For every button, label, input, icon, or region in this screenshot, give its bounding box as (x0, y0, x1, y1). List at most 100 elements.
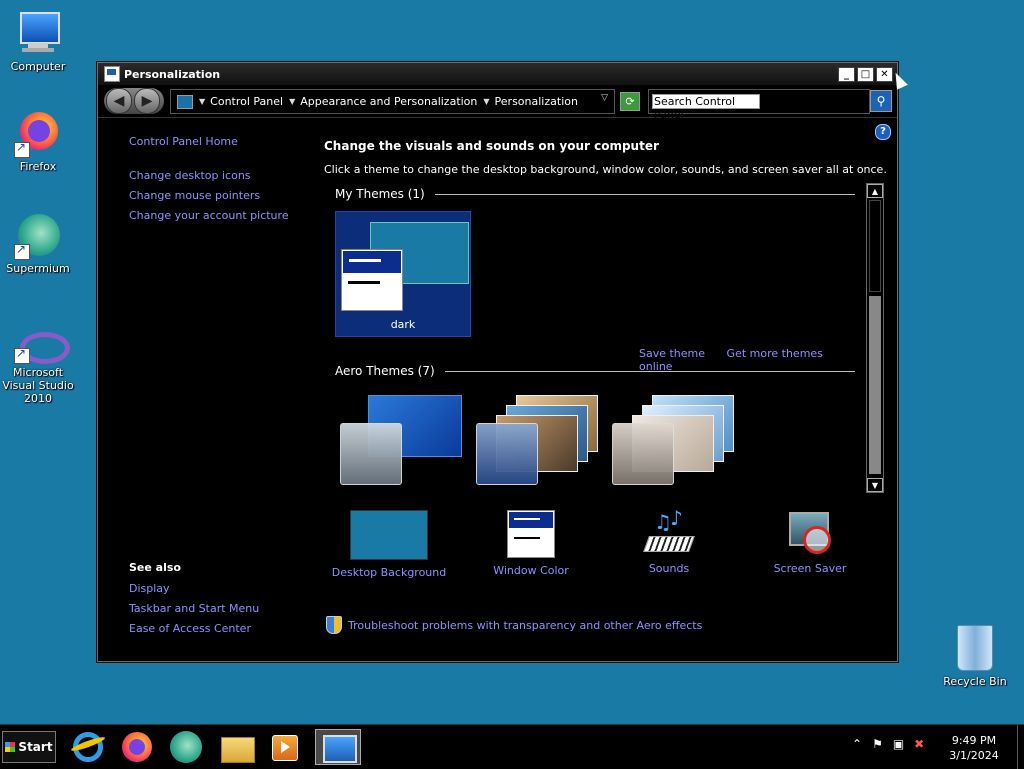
screen-saver-button[interactable]: Screen Saver (745, 510, 875, 575)
troubleshoot-link[interactable]: Troubleshoot problems with transparency … (326, 616, 702, 634)
aero-theme-windows7[interactable] (340, 393, 470, 493)
desktop-icon-label: Firefox (19, 160, 57, 173)
scroll-down-button[interactable]: ▼ (867, 478, 883, 492)
sidebar-link-account-picture[interactable]: Change your account picture (129, 209, 309, 222)
aero-themes-header: Aero Themes (7) (335, 364, 435, 378)
theme-list: My Themes (1) dark Save theme Get more t… (330, 181, 857, 491)
taskbar: Start ⌃ ⚑ ▣ ✖ 9:49 PM 3/1/2024 (0, 724, 1024, 769)
sidebar-link-mouse-pointers[interactable]: Change mouse pointers (129, 189, 309, 202)
taskbar-supermium[interactable] (168, 729, 204, 765)
clock-time: 9:49 PM (951, 734, 997, 747)
address-bar: ◀ ▶ ▼ Control Panel ▼ Appearance and Perso… (98, 85, 897, 121)
taskbar-personalization[interactable] (315, 729, 361, 765)
forward-button[interactable]: ▶ (134, 88, 160, 114)
page-description: Click a theme to change the desktop back… (324, 163, 887, 176)
sounds-button[interactable]: ♫ ♪ Sounds (604, 506, 734, 575)
theme-name: dark (390, 318, 416, 331)
theme-window-preview (340, 423, 402, 485)
sounds-icon: ♫ ♪ (643, 506, 695, 556)
personalization-options: Desktop Background Window Color ♫ ♪ Soun… (324, 506, 884, 580)
taskbar-file-explorer[interactable] (219, 729, 255, 765)
chevron-down-icon[interactable]: ▽ (601, 93, 608, 103)
breadcrumb-item[interactable]: ▼ Control Panel (199, 95, 283, 108)
clock-date: 3/1/2024 (949, 749, 999, 762)
search-input[interactable]: Search Control Panel (652, 94, 760, 121)
volume-muted-icon[interactable]: ✖ (914, 737, 924, 751)
see-also-taskbar[interactable]: Taskbar and Start Menu (129, 602, 259, 615)
desktop-icon-visual-studio[interactable]: Microsoft Visual Studio 2010 (0, 328, 78, 405)
theme-window-preview (612, 423, 674, 485)
window-title: Personalization (124, 67, 221, 81)
desktop-icon-label: Microsoft Visual Studio 2010 (2, 366, 74, 405)
screen-saver-label: Screen Saver (773, 562, 847, 575)
control-panel-icon (177, 94, 193, 109)
desktop-background-label: Desktop Background (331, 566, 447, 579)
maximize-button[interactable]: □ (857, 67, 874, 82)
theme-dark[interactable]: dark (335, 211, 471, 337)
folder-icon (221, 737, 255, 763)
help-icon[interactable]: ? (875, 124, 891, 140)
my-themes-group: My Themes (1) (335, 187, 855, 201)
see-also-display[interactable]: Display (129, 582, 259, 595)
theme-window-preview (341, 249, 403, 311)
save-theme-link[interactable]: Save theme (639, 347, 705, 360)
window-color-button[interactable]: Window Color (466, 510, 596, 577)
shield-icon (326, 616, 342, 634)
minimize-button[interactable]: _ (838, 67, 855, 82)
system-tray: ⌃ ⚑ ▣ ✖ (852, 737, 924, 751)
aero-theme-characters[interactable] (612, 393, 742, 493)
nav-buttons: ◀ ▶ (104, 88, 164, 114)
window-color-icon (507, 510, 555, 558)
see-also: See also Display Taskbar and Start Menu … (129, 561, 259, 642)
breadcrumb-item[interactable]: ▼ Appearance and Personalization (289, 95, 477, 108)
refresh-button[interactable]: ⟳ (620, 92, 640, 111)
aero-theme-architecture[interactable] (476, 393, 606, 493)
taskbar-firefox[interactable] (119, 729, 155, 765)
breadcrumb-item[interactable]: ▼ Personalization (483, 95, 578, 108)
desktop-background-button[interactable]: Desktop Background (324, 510, 454, 579)
windows-logo-icon (5, 742, 16, 752)
supermium-icon (170, 731, 202, 763)
search-icon[interactable]: ⚲ (870, 90, 892, 112)
action-center-flag-icon[interactable]: ⚑ (872, 737, 883, 751)
theme-window-preview (476, 423, 538, 485)
page-title: Change the visuals and sounds on your co… (324, 139, 659, 153)
desktop-icon-label: Computer (10, 60, 66, 73)
theme-scrollbar[interactable]: ▲ ▼ (866, 183, 884, 493)
clock[interactable]: 9:49 PM 3/1/2024 (944, 733, 1004, 763)
taskbar-media-player[interactable] (267, 729, 303, 765)
search-field[interactable]: Search Control Panel (648, 89, 870, 121)
start-button[interactable]: Start (2, 731, 56, 763)
scroll-thumb[interactable] (869, 296, 881, 474)
firefox-icon (14, 110, 62, 158)
sidebar: Control Panel Home Change desktop icons … (129, 135, 309, 229)
title-bar[interactable]: Personalization _ □ ✕ (98, 63, 897, 85)
aero-themes-group: Aero Themes (7) (335, 364, 855, 378)
control-panel-icon (323, 735, 357, 763)
desktop-icon-label: Recycle Bin (943, 675, 1007, 688)
desktop-icon-recycle-bin[interactable]: Recycle Bin (935, 625, 1015, 688)
breadcrumb[interactable]: ▼ Control Panel ▼ Appearance and Personali… (170, 89, 615, 114)
desktop-background-icon (350, 510, 428, 560)
sounds-label: Sounds (648, 562, 690, 575)
sidebar-link-desktop-icons[interactable]: Change desktop icons (129, 169, 309, 182)
desktop-icon-computer[interactable]: Computer (0, 10, 78, 73)
visual-studio-icon (14, 328, 70, 364)
personalization-icon (104, 66, 120, 82)
show-hidden-icons-icon[interactable]: ⌃ (852, 737, 862, 751)
scroll-up-button[interactable]: ▲ (867, 184, 883, 198)
taskbar-internet-explorer[interactable] (70, 729, 106, 765)
back-button[interactable]: ◀ (106, 88, 132, 114)
network-icon[interactable]: ▣ (893, 737, 904, 751)
sidebar-link-control-panel-home[interactable]: Control Panel Home (129, 135, 309, 148)
my-themes-header: My Themes (1) (335, 187, 425, 201)
troubleshoot-label: Troubleshoot problems with transparency … (348, 618, 703, 632)
desktop-icon-supermium[interactable]: Supermium (0, 212, 78, 275)
see-also-ease-of-access[interactable]: Ease of Access Center (129, 622, 259, 635)
start-label: Start (18, 740, 53, 754)
supermium-icon (14, 212, 62, 260)
window-color-label: Window Color (493, 564, 569, 577)
screen-saver-icon (787, 510, 833, 556)
show-desktop-button[interactable] (1017, 725, 1024, 769)
desktop-icon-firefox[interactable]: Firefox (0, 110, 78, 173)
